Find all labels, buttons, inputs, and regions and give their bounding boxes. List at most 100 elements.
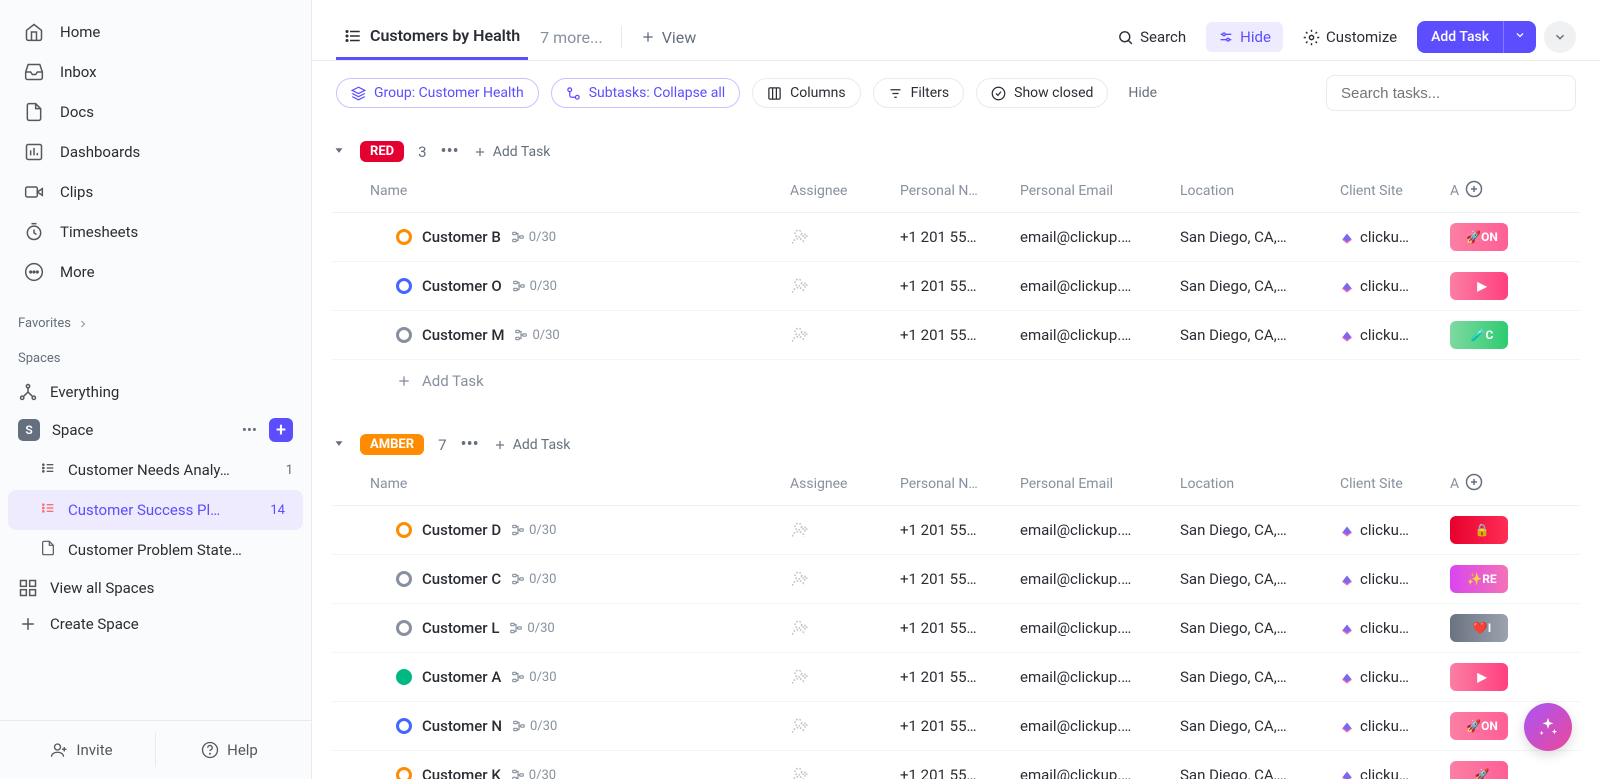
phone-cell[interactable]: +1 201 55… xyxy=(900,326,1020,344)
assignee-cell[interactable] xyxy=(790,325,900,345)
site-cell[interactable]: clicku… xyxy=(1340,521,1450,539)
subtask-indicator[interactable]: 0/30 xyxy=(509,621,554,636)
account-chip[interactable]: 🚀ON xyxy=(1450,223,1508,251)
email-cell[interactable]: email@clickup.… xyxy=(1020,521,1180,539)
customize-button[interactable]: Customize xyxy=(1291,22,1409,52)
group-more[interactable]: ••• xyxy=(461,434,479,455)
collapse-toggle[interactable] xyxy=(332,436,346,454)
phone-cell[interactable]: +1 201 55… xyxy=(900,277,1020,295)
col-phone[interactable]: Personal N… xyxy=(900,476,1020,492)
location-cell[interactable]: San Diego, CA,… xyxy=(1180,766,1340,779)
phone-cell[interactable]: +1 201 55… xyxy=(900,570,1020,588)
sidebar-item-clips[interactable]: Clips xyxy=(8,172,303,212)
col-site[interactable]: Client Site xyxy=(1340,476,1450,492)
task-row[interactable]: Customer D 0/30 +1 201 55… email@clickup… xyxy=(332,506,1580,555)
status-dot[interactable] xyxy=(396,327,412,343)
subtask-indicator[interactable]: 0/30 xyxy=(512,279,557,294)
more-views[interactable]: 7 more... xyxy=(540,28,603,47)
email-cell[interactable]: email@clickup.… xyxy=(1020,668,1180,686)
status-badge[interactable]: AMBER xyxy=(360,434,424,455)
status-dot[interactable] xyxy=(396,669,412,685)
create-space[interactable]: Create Space xyxy=(0,606,311,642)
account-chip[interactable]: 🚀ON xyxy=(1450,712,1508,740)
email-cell[interactable]: email@clickup.… xyxy=(1020,619,1180,637)
subtask-indicator[interactable]: 0/30 xyxy=(514,328,559,343)
subtask-indicator[interactable]: 0/30 xyxy=(511,572,556,587)
assignee-cell[interactable] xyxy=(790,667,900,687)
site-cell[interactable]: clicku… xyxy=(1340,228,1450,246)
add-button[interactable]: + xyxy=(269,418,293,442)
subtask-indicator[interactable]: 0/30 xyxy=(511,670,556,685)
col-site[interactable]: Client Site xyxy=(1340,183,1450,199)
col-name[interactable]: Name xyxy=(370,183,790,199)
add-task-row[interactable]: Add Task xyxy=(332,360,1580,402)
assignee-cell[interactable] xyxy=(790,276,900,296)
sidebar-item-docs[interactable]: Docs xyxy=(8,92,303,132)
sidebar-item-space[interactable]: S Space ••• + xyxy=(0,410,311,450)
account-chip[interactable]: 🔒 xyxy=(1450,516,1508,544)
subtasks-pill[interactable]: Subtasks: Collapse all xyxy=(551,78,740,108)
add-view[interactable]: View xyxy=(640,28,697,47)
task-name[interactable]: Customer D xyxy=(422,521,501,539)
col-email[interactable]: Personal Email xyxy=(1020,183,1180,199)
search-tasks-input[interactable] xyxy=(1326,75,1576,111)
overflow-button[interactable] xyxy=(1544,21,1576,53)
sidebar-item-timesheets[interactable]: Timesheets xyxy=(8,212,303,252)
phone-cell[interactable]: +1 201 55… xyxy=(900,717,1020,735)
add-column[interactable] xyxy=(1465,473,1483,495)
status-badge[interactable]: RED xyxy=(360,141,404,162)
location-cell[interactable]: San Diego, CA,… xyxy=(1180,521,1340,539)
sidebar-item-home[interactable]: Home xyxy=(8,12,303,52)
filter-hide[interactable]: Hide xyxy=(1128,85,1157,101)
add-column[interactable] xyxy=(1465,180,1483,202)
sidebar-item-inbox[interactable]: Inbox xyxy=(8,52,303,92)
site-cell[interactable]: clicku… xyxy=(1340,668,1450,686)
email-cell[interactable]: email@clickup.… xyxy=(1020,570,1180,588)
email-cell[interactable]: email@clickup.… xyxy=(1020,766,1180,779)
search-button[interactable]: Search xyxy=(1105,22,1198,52)
account-chip[interactable]: 🧪C xyxy=(1450,321,1508,349)
col-location[interactable]: Location xyxy=(1180,476,1340,492)
location-cell[interactable]: San Diego, CA,… xyxy=(1180,228,1340,246)
favorites-label[interactable]: Favorites xyxy=(0,304,311,339)
status-dot[interactable] xyxy=(396,278,412,294)
task-row[interactable]: Customer O 0/30 +1 201 55… email@clickup… xyxy=(332,262,1580,311)
account-chip[interactable]: ▶ xyxy=(1450,663,1508,691)
col-phone[interactable]: Personal N… xyxy=(900,183,1020,199)
col-location[interactable]: Location xyxy=(1180,183,1340,199)
location-cell[interactable]: San Diego, CA,… xyxy=(1180,668,1340,686)
status-dot[interactable] xyxy=(396,767,412,779)
account-chip[interactable]: ❤️I xyxy=(1450,614,1508,642)
assignee-cell[interactable] xyxy=(790,618,900,638)
more-icon[interactable]: ••• xyxy=(242,421,257,439)
site-cell[interactable]: clicku… xyxy=(1340,277,1450,295)
email-cell[interactable]: email@clickup.… xyxy=(1020,228,1180,246)
location-cell[interactable]: San Diego, CA,… xyxy=(1180,277,1340,295)
sidebar-list-item[interactable]: Customer Success Pl… 14 xyxy=(8,490,303,530)
subtask-indicator[interactable]: 0/30 xyxy=(512,719,557,734)
task-name[interactable]: Customer M xyxy=(422,326,504,344)
phone-cell[interactable]: +1 201 55… xyxy=(900,619,1020,637)
task-row[interactable]: Customer M 0/30 +1 201 55… email@clickup… xyxy=(332,311,1580,360)
phone-cell[interactable]: +1 201 55… xyxy=(900,521,1020,539)
email-cell[interactable]: email@clickup.… xyxy=(1020,717,1180,735)
col-assignee[interactable]: Assignee xyxy=(790,183,900,199)
account-chip[interactable]: 🚀 xyxy=(1450,761,1508,779)
view-tab-active[interactable]: Customers by Health xyxy=(336,14,528,60)
show-closed-pill[interactable]: Show closed xyxy=(976,78,1108,108)
group-add-task[interactable]: Add Task xyxy=(493,437,571,453)
email-cell[interactable]: email@clickup.… xyxy=(1020,277,1180,295)
subtask-indicator[interactable]: 0/30 xyxy=(511,523,556,538)
assignee-cell[interactable] xyxy=(790,765,900,779)
ai-fab[interactable] xyxy=(1524,703,1572,751)
status-dot[interactable] xyxy=(396,571,412,587)
status-dot[interactable] xyxy=(396,229,412,245)
account-chip[interactable]: ✨RE xyxy=(1450,565,1508,593)
col-assignee[interactable]: Assignee xyxy=(790,476,900,492)
sidebar-list-item[interactable]: Customer Needs Analy… 1 xyxy=(0,450,311,490)
group-pill[interactable]: Group: Customer Health xyxy=(336,78,539,108)
hide-button[interactable]: Hide xyxy=(1206,22,1283,52)
email-cell[interactable]: email@clickup.… xyxy=(1020,326,1180,344)
sidebar-list-item[interactable]: Customer Problem Statem… xyxy=(0,530,311,570)
location-cell[interactable]: San Diego, CA,… xyxy=(1180,326,1340,344)
